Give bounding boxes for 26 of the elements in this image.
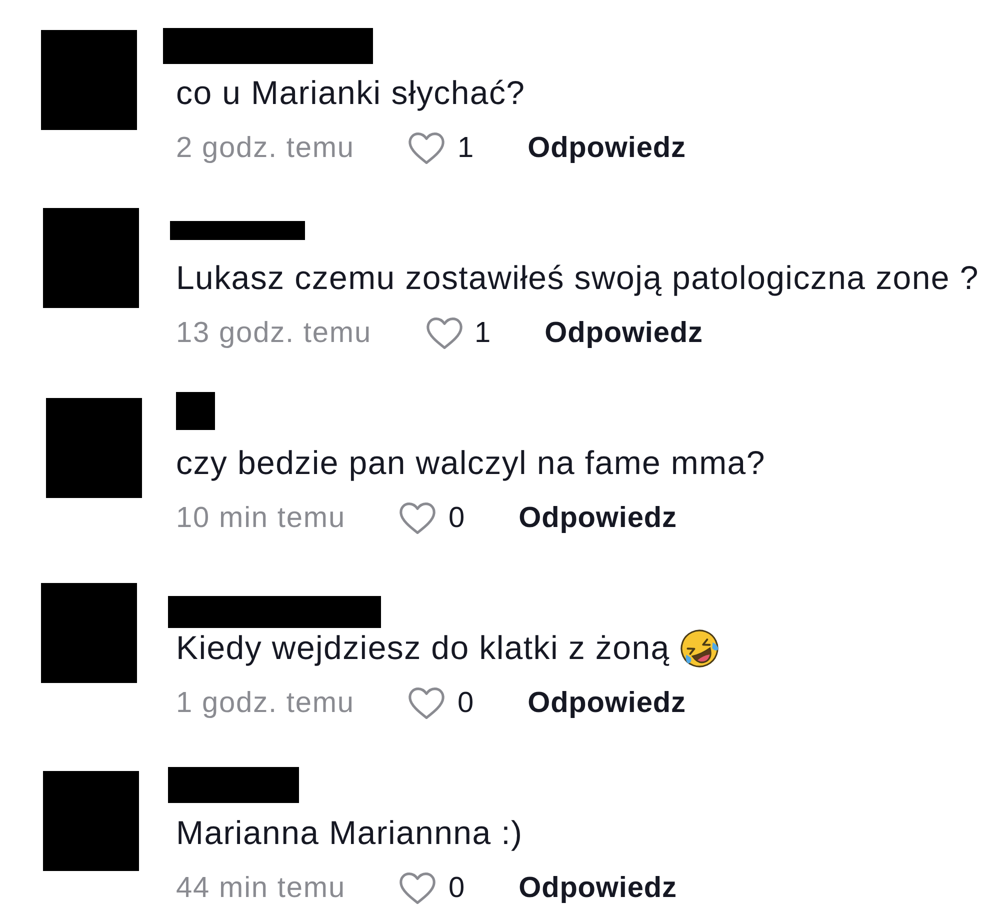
- reply-button[interactable]: Odpowiedz: [528, 128, 686, 168]
- like-button[interactable]: 1: [408, 128, 474, 168]
- heart-icon: [426, 316, 462, 350]
- like-button[interactable]: 1: [426, 313, 491, 353]
- comment-time: 13 godz. temu: [176, 316, 372, 351]
- comment-time: 44 min temu: [176, 871, 346, 906]
- comment-text: Kiedy wejdziesz do klatki z żoną: [176, 629, 670, 667]
- like-button[interactable]: 0: [408, 683, 474, 723]
- reply-button[interactable]: Odpowiedz: [528, 683, 686, 723]
- reply-button[interactable]: Odpowiedz: [544, 313, 703, 353]
- comment-time: 10 min temu: [176, 501, 346, 536]
- heart-icon: [399, 502, 436, 534]
- comment-time: 2 godz. temu: [176, 131, 354, 166]
- like-button[interactable]: 0: [399, 498, 465, 538]
- reply-button[interactable]: Odpowiedz: [518, 868, 677, 908]
- comment-text: Lukasz czemu zostawiłeś swoją patologiczna zone ?: [176, 259, 979, 297]
- like-button[interactable]: 0: [399, 868, 465, 908]
- comment-text: co u Marianki słychać?: [176, 74, 526, 112]
- heart-icon: [408, 686, 446, 720]
- redacted-username: [176, 392, 215, 430]
- comment-text: czy bedzie pan walczyl na fame mma?: [176, 444, 766, 482]
- heart-icon: [408, 132, 446, 164]
- reply-button[interactable]: Odpowiedz: [518, 498, 677, 538]
- heart-icon: [399, 872, 436, 904]
- comment-time: 1 godz. temu: [176, 686, 354, 721]
- comment-text: Marianna Mariannna :): [176, 814, 523, 852]
